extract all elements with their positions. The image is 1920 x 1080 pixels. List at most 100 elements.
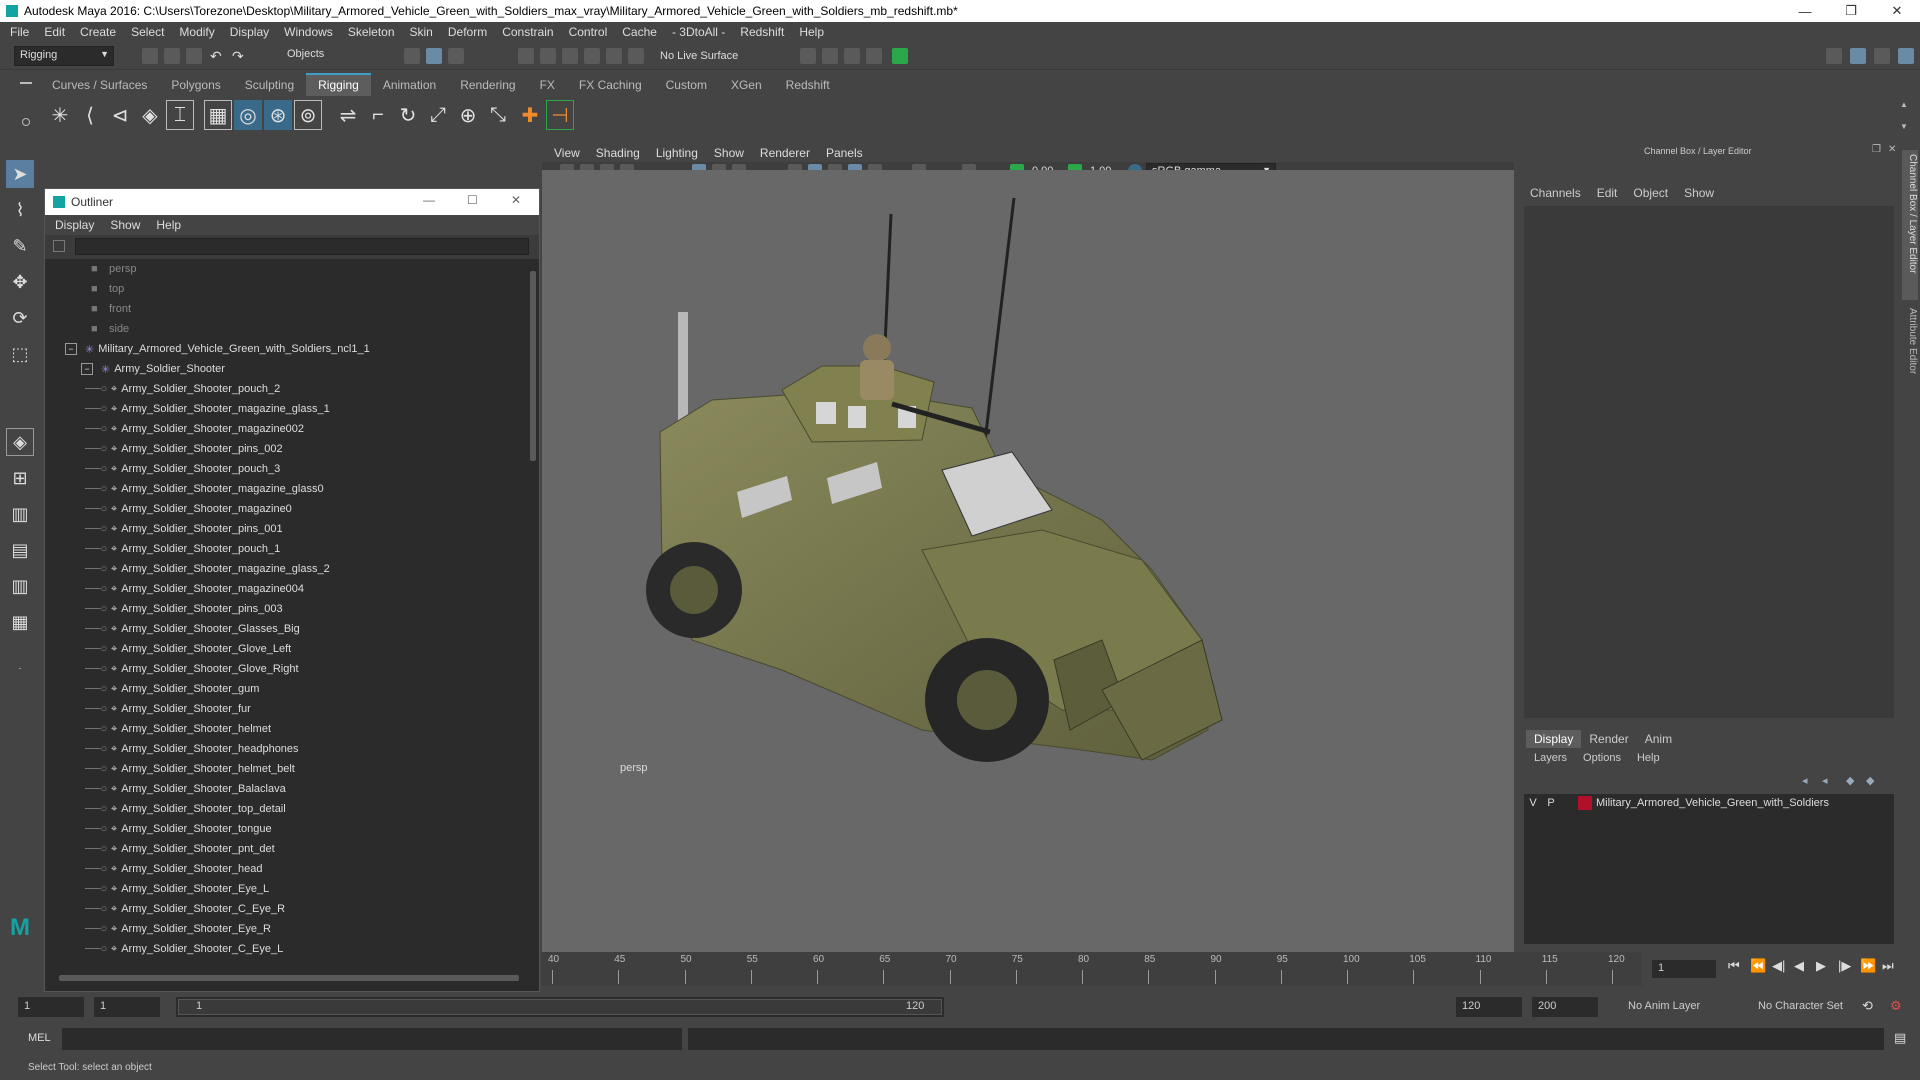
layer-playback-toggle[interactable]: P <box>1542 797 1560 809</box>
single-perspective-layout-icon[interactable]: ◈ <box>6 428 34 456</box>
shelf-settings-icon[interactable] <box>22 118 30 126</box>
layer-visibility-toggle[interactable]: V <box>1524 797 1542 809</box>
restore-button[interactable]: ❐ <box>1828 0 1874 22</box>
attribute-editor-toggle-icon[interactable] <box>1850 48 1866 64</box>
menu-3dtoall[interactable]: - 3DtoAll - <box>672 25 725 39</box>
outliner-camera-row[interactable]: ■ front <box>91 299 131 319</box>
range-slider[interactable]: 1 120 <box>176 997 944 1017</box>
shelf-tab-fx[interactable]: FX <box>528 75 567 96</box>
float-panel-icon[interactable]: ❐ <box>1872 144 1881 155</box>
menu-edit[interactable]: Edit <box>44 25 65 39</box>
ik-spline-icon[interactable]: ⌶ <box>166 100 194 130</box>
menu-skin[interactable]: Skin <box>410 25 433 39</box>
menu-windows[interactable]: Windows <box>284 25 333 39</box>
outliner-mesh-row[interactable]: ──○ ⌖ Army_Soldier_Shooter_magazine_glass0 <box>85 479 324 499</box>
options-menu[interactable]: Options <box>1583 752 1621 764</box>
step-forward-icon[interactable]: ⏩ <box>1860 958 1882 974</box>
outliner-mesh-row[interactable]: ──○ ⌖ Army_Soldier_Shooter_gum <box>85 679 259 699</box>
layer-name[interactable]: Military_Armored_Vehicle_Green_with_Sold… <box>1596 797 1829 809</box>
insert-joint-icon[interactable]: ⟨ <box>76 100 104 130</box>
script-editor-icon[interactable]: ▤ <box>1894 1030 1906 1046</box>
shelf-tab-rendering[interactable]: Rendering <box>448 75 527 96</box>
scale-constraint-icon[interactable]: ⤢ <box>424 100 452 130</box>
filter-icon[interactable] <box>53 240 65 252</box>
anim-layer-dropdown[interactable]: No Anim Layer <box>1622 997 1744 1017</box>
shelf-tab-rigging[interactable]: Rigging <box>306 73 371 96</box>
close-panel-icon[interactable]: ✕ <box>1888 144 1896 155</box>
menu-control[interactable]: Control <box>569 25 608 39</box>
menu-help[interactable]: Help <box>799 25 824 39</box>
layer-tab-render[interactable]: Render <box>1581 730 1636 748</box>
outliner-vertical-scrollbar[interactable] <box>529 261 537 967</box>
collapse-toggle-icon[interactable]: − <box>81 363 93 375</box>
hypershade-icon[interactable] <box>892 48 908 64</box>
outliner-mesh-row[interactable]: ──○ ⌖ Army_Soldier_Shooter_pins_002 <box>85 439 283 459</box>
auto-key-icon[interactable]: ⟲ <box>1862 998 1873 1014</box>
outliner-mesh-row[interactable]: ──○ ⌖ Army_Soldier_Shooter_magazine_glass_… <box>85 559 330 579</box>
shelf-tab-xgen[interactable]: XGen <box>719 75 774 96</box>
menu-modify[interactable]: Modify <box>179 25 214 39</box>
smooth-bind-icon[interactable]: ◎ <box>234 100 262 130</box>
outliner-menu-show[interactable]: Show <box>110 218 140 232</box>
aim-constraint-icon[interactable]: ⊕ <box>454 100 482 130</box>
layer-color-swatch[interactable] <box>1578 796 1592 810</box>
shelf-menu-icon[interactable] <box>20 82 32 84</box>
outliner-group-row[interactable]: − ✳ Military_Armored_Vehicle_Green_with_So… <box>65 339 370 359</box>
animation-preferences-icon[interactable]: ⚙ <box>1890 998 1902 1014</box>
playback-end-field[interactable]: 120 <box>1456 997 1522 1017</box>
viewport-menu-show[interactable]: Show <box>714 146 744 160</box>
outliner-minimize-icon[interactable]: — <box>423 193 435 207</box>
shelf-scroll-up-icon[interactable]: ▲ <box>1900 100 1908 109</box>
outliner-mesh-row[interactable]: ──○ ⌖ Army_Soldier_Shooter_C_Eye_R <box>85 899 285 919</box>
playback-start-field[interactable]: 1 <box>94 997 160 1017</box>
outliner-group-row[interactable]: − ✳ Army_Soldier_Shooter <box>81 359 225 379</box>
go-to-end-icon[interactable]: ⏭ <box>1882 958 1904 974</box>
outliner-menu-help[interactable]: Help <box>156 218 181 232</box>
outliner-mesh-row[interactable]: ──○ ⌖ Army_Soldier_Shooter_helmet_belt <box>85 759 295 779</box>
paint-weights-icon[interactable]: ⊚ <box>294 100 322 130</box>
live-surface-label[interactable]: No Live Surface <box>660 50 738 62</box>
save-scene-icon[interactable] <box>186 48 202 64</box>
outliner-mesh-row[interactable]: ──○ ⌖ Army_Soldier_Shooter_fur <box>85 699 251 719</box>
step-forward-key-icon[interactable]: |▶ <box>1838 958 1860 974</box>
four-view-layout-icon[interactable]: ⊞ <box>6 464 34 492</box>
menu-file[interactable]: File <box>10 25 29 39</box>
outliner-maximize-icon[interactable]: ☐ <box>467 193 478 207</box>
channel-box-toggle-icon[interactable] <box>1898 48 1914 64</box>
outliner-mesh-row[interactable]: ──○ ⌖ Army_Soldier_Shooter_head <box>85 859 262 879</box>
menu-select[interactable]: Select <box>131 25 164 39</box>
command-input[interactable] <box>62 1028 682 1050</box>
tool-settings-toggle-icon[interactable] <box>1874 48 1890 64</box>
new-layer-icon[interactable]: ◆ <box>1846 774 1854 787</box>
outliner-horizontal-scrollbar[interactable] <box>51 973 527 983</box>
edit-menu[interactable]: Edit <box>1597 186 1618 200</box>
menu-create[interactable]: Create <box>80 25 116 39</box>
outliner-mesh-row[interactable]: ──○ ⌖ Army_Soldier_Shooter_magazine0 <box>85 499 292 519</box>
lasso-tool-icon[interactable]: ⌇ <box>6 196 34 224</box>
pole-vector-icon[interactable]: ⤡ <box>484 100 512 130</box>
layers-menu[interactable]: Layers <box>1534 752 1567 764</box>
perspective-viewport[interactable]: persp <box>542 170 1514 952</box>
step-back-key-icon[interactable]: ◀| <box>1772 958 1794 974</box>
paint-select-icon[interactable]: ✎ <box>6 232 34 260</box>
minimize-button[interactable]: — <box>1782 0 1828 22</box>
play-backward-icon[interactable]: ◀ <box>1794 958 1816 974</box>
select-tool-icon[interactable]: ➤ <box>6 160 34 188</box>
toolbox-collapse-icon[interactable]: · <box>6 654 34 682</box>
outliner-mesh-row[interactable]: ──○ ⌖ Army_Soldier_Shooter_Glove_Right <box>85 659 299 679</box>
make-live-icon[interactable] <box>628 48 644 64</box>
menu-redshift[interactable]: Redshift <box>740 25 784 39</box>
layer-tab-anim[interactable]: Anim <box>1637 730 1680 748</box>
rotate-tool-icon[interactable]: ⟳ <box>6 304 34 332</box>
selection-mode-dropdown[interactable]: Objects <box>282 46 382 66</box>
persp-outliner-layout-icon[interactable]: ▥ <box>6 500 34 528</box>
outliner-close-icon[interactable]: ✕ <box>511 193 521 207</box>
render-view-icon[interactable] <box>866 48 882 64</box>
outliner-mesh-row[interactable]: ──○ ⌖ Army_Soldier_Shooter_pnt_det <box>85 839 275 859</box>
scrollbar-thumb[interactable] <box>530 271 536 461</box>
shelf-tab-redshift[interactable]: Redshift <box>774 75 842 96</box>
outliner-mesh-row[interactable]: ──○ ⌖ Army_Soldier_Shooter_helmet <box>85 719 271 739</box>
outliner-camera-row[interactable]: ■ side <box>91 319 129 339</box>
open-scene-icon[interactable] <box>164 48 180 64</box>
outliner-camera-row[interactable]: ■ top <box>91 279 124 299</box>
